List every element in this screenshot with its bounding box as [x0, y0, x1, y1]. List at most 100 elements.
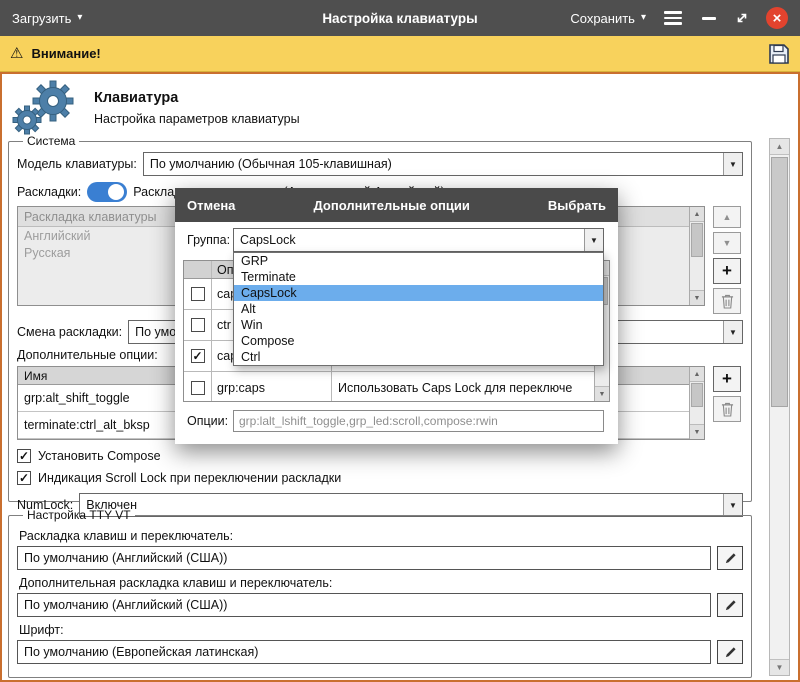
menu-button[interactable] [662, 9, 684, 27]
layout-switch-label: Смена раскладки: [17, 325, 122, 339]
scrollbar-thumb[interactable] [771, 157, 788, 407]
dropdown-arrow-icon[interactable]: ▼ [723, 153, 742, 175]
dropdown-item[interactable]: Win [234, 317, 603, 333]
tty-field-label: Раскладка клавиш и переключатель: [19, 529, 743, 543]
close-button[interactable]: × [766, 7, 788, 29]
scroll-down-button[interactable]: ▼ [595, 386, 609, 401]
warning-icon: ⚠ [10, 46, 23, 61]
dialog-header: Отмена Дополнительные опции Выбрать [175, 188, 618, 222]
option-checkbox[interactable]: ✓ [191, 349, 205, 363]
tty-edit-button[interactable] [717, 593, 743, 617]
dropdown-item[interactable]: Terminate [234, 269, 603, 285]
compose-checkbox[interactable]: ✓ [17, 449, 31, 463]
dropdown-item-selected[interactable]: CapsLock [234, 285, 603, 301]
group-label: Группа: [187, 233, 230, 247]
minimize-button[interactable] [700, 13, 718, 24]
add-option-button[interactable]: + [713, 366, 741, 392]
dropdown-arrow-icon[interactable]: ▼ [584, 229, 603, 251]
scroll-down-button[interactable]: ▼ [690, 424, 704, 439]
close-icon: × [773, 11, 782, 26]
scrolllock-checkbox-row: ✓ Индикация Scroll Lock при переключении… [17, 468, 743, 488]
scroll-down-icon: ▼ [694, 295, 701, 302]
dropdown-item[interactable]: Alt [234, 301, 603, 317]
keyboard-model-label: Модель клавиатуры: [17, 157, 137, 171]
pencil-icon [724, 646, 737, 659]
tty-field-input[interactable] [17, 593, 711, 617]
add-layout-button[interactable]: + [713, 258, 741, 284]
main-scrollbar[interactable]: ▲ ▼ [769, 138, 790, 676]
options-dialog: Отмена Дополнительные опции Выбрать Груп… [175, 188, 618, 444]
keyboard-settings-window: Настройка клавиатуры Загрузить ▾ Сохрани… [0, 0, 800, 682]
delete-option-button[interactable] [713, 396, 741, 422]
toggle-knob [108, 184, 124, 200]
scrollbar-up-button[interactable]: ▲ [770, 139, 789, 155]
cancel-button[interactable]: Отмена [187, 198, 235, 213]
warning-bar: ⚠ Внимание! [0, 36, 800, 72]
scroll-up-button[interactable]: ▲ [690, 367, 704, 382]
caret-down-icon: ▾ [77, 13, 82, 23]
plus-icon: + [722, 261, 732, 281]
page-title: Клавиатура [94, 90, 300, 106]
dropdown-item[interactable]: GRP [234, 253, 603, 269]
tty-edit-button[interactable] [717, 546, 743, 570]
tty-legend: Настройка TTY VT [23, 508, 135, 522]
caret-down-icon: ▾ [641, 13, 646, 23]
option-checkbox[interactable] [191, 318, 205, 332]
tty-edit-button[interactable] [717, 640, 743, 664]
option-name: grp:caps [212, 372, 332, 402]
save-menu-button[interactable]: Сохранить ▾ [570, 11, 646, 26]
dialog-options-label: Опции: [187, 414, 228, 428]
scroll-up-icon: ▲ [694, 211, 701, 218]
tty-field-label: Шрифт: [19, 623, 743, 637]
keyboard-model-select[interactable]: По умолчанию (Обычная 105-клавишная) ▼ [143, 152, 743, 176]
option-desc: Использовать Caps Lock для переключе [332, 372, 594, 402]
layouts-label: Раскладки: [17, 185, 81, 199]
save-file-button[interactable] [768, 43, 790, 65]
expand-icon [734, 10, 750, 26]
dropdown-arrow-icon[interactable]: ▼ [723, 321, 742, 343]
pencil-icon [724, 552, 737, 565]
scroll-up-icon: ▲ [694, 371, 701, 378]
dialog-options-input[interactable] [233, 410, 604, 432]
delete-layout-button[interactable] [713, 288, 741, 314]
scrolllock-checkbox[interactable]: ✓ [17, 471, 31, 485]
tty-fieldset: Настройка TTY VT Раскладка клавиш и пере… [8, 508, 752, 678]
scroll-down-button[interactable]: ▼ [690, 290, 704, 305]
option-checkbox[interactable] [191, 287, 205, 301]
scroll-down-icon: ▼ [776, 663, 784, 672]
list-scrollbar[interactable]: ▲ ▼ [689, 207, 704, 305]
tty-field-input[interactable] [17, 546, 711, 570]
option-checkbox[interactable] [191, 381, 205, 395]
arrow-up-icon: ▲ [723, 212, 732, 222]
expand-button[interactable] [734, 10, 750, 26]
tty-field-input[interactable] [17, 640, 711, 664]
scroll-up-button[interactable]: ▲ [690, 207, 704, 222]
dropdown-item[interactable]: Compose [234, 333, 603, 349]
table-scrollbar[interactable]: ▲ ▼ [689, 367, 704, 439]
scroll-down-icon: ▼ [599, 391, 606, 398]
dropdown-item[interactable]: Ctrl [234, 349, 603, 365]
group-select[interactable]: CapsLock ▼ [233, 228, 604, 252]
group-dropdown-list: GRP Terminate CapsLock Alt Win Compose C… [233, 252, 604, 366]
load-menu-button[interactable]: Загрузить ▾ [12, 11, 82, 26]
warning-text: Внимание! [31, 46, 100, 61]
titlebar: Настройка клавиатуры Загрузить ▾ Сохрани… [0, 0, 800, 36]
compose-checkbox-label: Установить Compose [38, 449, 161, 463]
layouts-toggle[interactable] [87, 182, 127, 202]
scrollbar-thumb[interactable] [691, 223, 703, 257]
popup-table-row[interactable]: grp:caps Использовать Caps Lock для пере… [184, 372, 594, 402]
check-icon: ✓ [19, 450, 29, 462]
plus-icon: + [722, 369, 732, 389]
save-menu-label: Сохранить [570, 11, 635, 26]
keyboard-model-value: По умолчанию (Обычная 105-клавишная) [150, 157, 392, 171]
select-button[interactable]: Выбрать [548, 198, 606, 213]
scrollbar-down-button[interactable]: ▼ [770, 659, 789, 675]
arrow-down-icon: ▼ [723, 238, 732, 248]
move-up-button[interactable]: ▲ [713, 206, 741, 228]
move-down-button[interactable]: ▼ [713, 232, 741, 254]
system-legend: Система [23, 134, 79, 148]
scrollbar-thumb[interactable] [691, 383, 703, 407]
tty-field-label: Дополнительная раскладка клавиш и перекл… [19, 576, 743, 590]
dialog-title: Дополнительные опции [314, 198, 470, 213]
scrolllock-checkbox-label: Индикация Scroll Lock при переключении р… [38, 471, 341, 485]
